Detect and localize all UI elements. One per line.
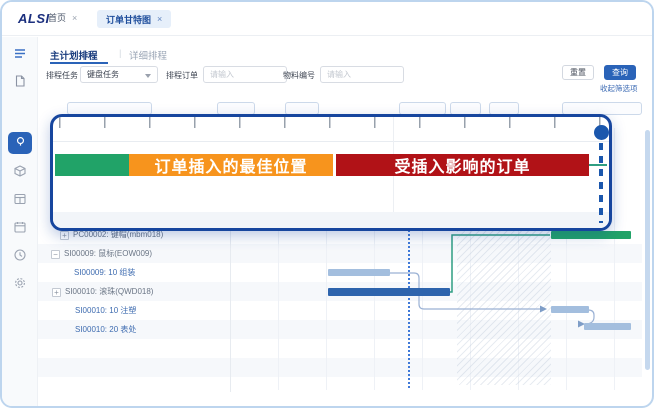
gantt-bar-green[interactable] — [551, 231, 631, 239]
close-icon[interactable]: × — [157, 14, 162, 24]
tab-master-schedule[interactable]: 主计划排程 — [50, 48, 98, 62]
clock-icon[interactable] — [14, 249, 26, 261]
insert-time-dotted-line — [408, 230, 410, 388]
insert-lead-segment — [55, 154, 129, 176]
calendar-icon[interactable] — [14, 221, 26, 233]
affected-orders-segment: 受插入影响的订单 — [336, 154, 589, 176]
row-label: SI00009: 10 组装 — [74, 268, 135, 277]
row-label: SI00010: 20 表处 — [75, 325, 136, 334]
close-icon[interactable]: × — [72, 13, 77, 23]
order-filter-label: 排程订单 — [166, 70, 198, 81]
reset-button[interactable]: 重置 — [562, 65, 594, 80]
gantt-bar-surface[interactable] — [584, 323, 631, 330]
board-icon[interactable] — [14, 193, 26, 205]
insert-marker-dot — [594, 125, 609, 140]
collapse-icon[interactable]: − — [51, 250, 60, 259]
gantt-row-si00009[interactable]: −SI00009: 鼠标(EOW009) — [51, 244, 152, 263]
best-position-segment: 订单插入的最佳位置 — [129, 154, 333, 176]
row-label: SI00010: 滚珠(QWD018) — [65, 287, 153, 296]
tab-home[interactable]: 首页 × — [48, 11, 77, 24]
gantt-bar-summary[interactable] — [328, 288, 450, 296]
timeline-ticks — [59, 117, 603, 128]
row-label: SI00009: 鼠标(EOW009) — [64, 249, 152, 258]
gantt-bar-molding[interactable] — [551, 306, 589, 313]
callout-bottom-stripe — [53, 212, 609, 228]
active-tab-underline — [50, 62, 108, 64]
gear-icon[interactable] — [14, 277, 26, 289]
sidebar-item-active[interactable] — [8, 132, 32, 154]
tab-home-label: 首页 — [48, 13, 66, 23]
affected-range-hatch — [457, 231, 551, 385]
gantt-row-si00009-op10[interactable]: SI00009: 10 组装 — [74, 263, 135, 282]
tab-order-gantt[interactable]: 订单甘特图 × — [97, 10, 171, 28]
expand-icon[interactable]: + — [52, 288, 61, 297]
material-filter-label: 物料编号 — [283, 70, 315, 81]
best-position-label: 订单插入的最佳位置 — [154, 153, 307, 177]
gantt-row-si00010-op10[interactable]: SI00010: 10 注塑 — [75, 301, 136, 320]
insertion-legend-callout: 订单插入的最佳位置 受插入影响的订单 — [50, 114, 612, 231]
query-button[interactable]: 查询 — [604, 65, 636, 80]
tab-divider: | — [119, 48, 121, 59]
affected-orders-label: 受插入影响的订单 — [394, 153, 530, 177]
box-icon[interactable] — [14, 165, 26, 177]
chevron-down-icon — [145, 74, 151, 78]
task-filter-label: 排程任务 — [46, 70, 78, 81]
insert-marker-dashed-line — [599, 143, 603, 223]
tab-detail-schedule[interactable]: 详细排程 — [129, 48, 167, 62]
order-input[interactable] — [203, 66, 287, 83]
tab-order-gantt-label: 订单甘特图 — [106, 13, 151, 26]
top-bar: ALSI 首页 × 订单甘特图 × — [2, 2, 652, 36]
document-icon[interactable] — [14, 75, 26, 87]
timeline-baseline — [53, 141, 609, 142]
gantt-row-si00010[interactable]: + SI00010: 滚珠(QWD018) — [52, 282, 153, 301]
app-logo: ALSI — [18, 11, 50, 26]
material-input[interactable] — [320, 66, 404, 83]
bulb-icon — [15, 134, 26, 152]
gantt-row-si00010-op20[interactable]: SI00010: 20 表处 — [75, 320, 136, 339]
menu-icon[interactable] — [14, 47, 26, 59]
vertical-scrollbar[interactable] — [645, 130, 650, 370]
collapse-filters-link[interactable]: 收起筛选项 — [600, 83, 638, 94]
task-select-value: 键盘任务 — [87, 69, 119, 80]
task-select[interactable]: 键盘任务 — [80, 66, 158, 83]
expand-icon[interactable]: + — [60, 231, 69, 240]
row-label: SI00010: 10 注塑 — [75, 306, 136, 315]
gantt-bar-assembly[interactable] — [328, 269, 390, 276]
app-window: ALSI 首页 × 订单甘特图 × — [0, 0, 654, 408]
row-label: PC00002: 键帽(mbm018) — [73, 230, 163, 239]
insert-tail-line — [589, 164, 607, 166]
sidebar — [2, 37, 38, 408]
